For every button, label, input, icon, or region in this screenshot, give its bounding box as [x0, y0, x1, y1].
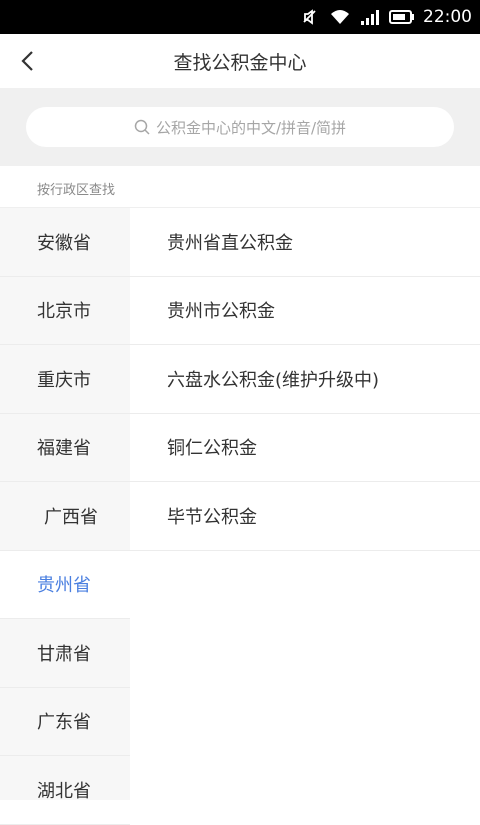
fund-center-item[interactable]: 贵州省直公积金: [130, 208, 480, 277]
page-title: 查找公积金中心: [173, 51, 307, 74]
search-input[interactable]: 公积金中心的中文/拼音/简拼: [26, 107, 454, 147]
search-icon: [134, 119, 150, 135]
section-label: 按行政区查找: [37, 183, 116, 198]
back-button[interactable]: [10, 44, 44, 78]
province-list: 安徽省 北京市 重庆市 福建省 广西省 贵州省 甘肃省 广东省 湖北省: [0, 208, 130, 825]
province-item[interactable]: 北京市: [0, 277, 130, 345]
chevron-left-icon: [21, 51, 33, 71]
fund-center-list: 贵州省直公积金 贵州市公积金 六盘水公积金(维护升级中) 铜仁公积金 毕节公积金: [130, 208, 480, 551]
province-item[interactable]: 广东省: [0, 688, 130, 756]
wifi-icon: [329, 8, 351, 26]
province-item[interactable]: 重庆市: [0, 345, 130, 414]
province-item-selected[interactable]: 贵州省: [0, 550, 130, 619]
search-placeholder: 公积金中心的中文/拼音/简拼: [155, 118, 347, 137]
mute-icon: [301, 8, 321, 26]
section-header: 按行政区查找: [0, 166, 480, 208]
search-area: 公积金中心的中文/拼音/简拼: [0, 88, 480, 166]
battery-icon: [389, 9, 415, 25]
province-item[interactable]: 甘肃省: [0, 619, 130, 688]
province-item[interactable]: 福建省: [0, 414, 130, 482]
status-bar: 22:00: [0, 0, 480, 34]
status-time: 22:00: [423, 7, 472, 27]
fund-center-item[interactable]: 铜仁公积金: [130, 414, 480, 482]
fund-center-item[interactable]: 毕节公积金: [130, 482, 480, 551]
fund-center-item[interactable]: 贵州市公积金: [130, 277, 480, 345]
province-item[interactable]: 安徽省: [0, 208, 130, 277]
province-item[interactable]: 广西省: [0, 482, 130, 551]
top-bar: 查找公积金中心: [0, 34, 480, 88]
signal-icon: [359, 8, 381, 26]
fund-center-item[interactable]: 六盘水公积金(维护升级中): [130, 345, 480, 414]
province-item[interactable]: 湖北省: [0, 756, 130, 825]
